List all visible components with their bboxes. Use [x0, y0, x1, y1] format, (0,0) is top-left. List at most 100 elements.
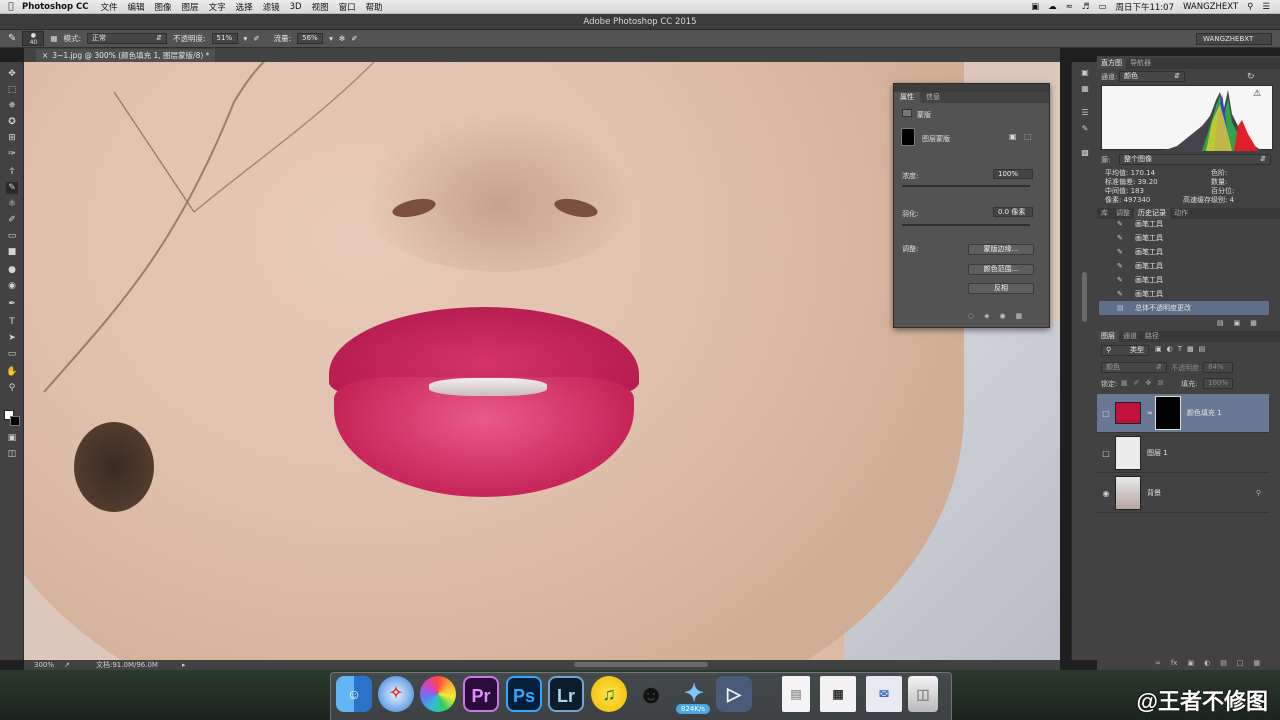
- color-range-button[interactable]: 颜色范围...: [968, 264, 1034, 275]
- camera-icon[interactable]: ▣: [1031, 2, 1039, 12]
- tab-layers[interactable]: 图层: [1097, 331, 1119, 342]
- music-icon[interactable]: ♫: [591, 676, 627, 712]
- crop-tool-icon[interactable]: ⊞: [6, 132, 18, 144]
- layer-filter-select[interactable]: ⚲ 类型: [1101, 345, 1149, 356]
- canvas-vertical-scrollbar[interactable]: [1082, 272, 1087, 322]
- history-item[interactable]: ✎ 画笔工具: [1099, 231, 1269, 245]
- pressure-size-icon[interactable]: ✐: [351, 34, 357, 43]
- brush-panel-icon[interactable]: ▦: [50, 34, 57, 43]
- new-layer-icon[interactable]: □: [1237, 659, 1244, 667]
- menu-item-type[interactable]: 文字: [209, 1, 226, 13]
- properties-panel-header[interactable]: [894, 84, 1049, 92]
- export-icon[interactable]: ↗: [64, 660, 70, 670]
- video-app-icon[interactable]: ▷: [716, 676, 752, 712]
- preview-icon[interactable]: ✉: [866, 676, 902, 712]
- feather-field[interactable]: 0.0 像素: [993, 207, 1033, 217]
- density-field[interactable]: 100%: [993, 169, 1033, 179]
- photos-icon[interactable]: [420, 676, 456, 712]
- status-menu-arrow-icon[interactable]: ▸: [182, 660, 186, 670]
- marquee-tool-icon[interactable]: ⬚: [6, 84, 18, 96]
- path-select-tool-icon[interactable]: ➤: [6, 332, 18, 344]
- canvas-area[interactable]: 属性 信息 蒙版 图层蒙版 ▣ ⬚ 浓度: 100% 羽化: 0.0 像素 调整…: [24, 62, 1060, 660]
- zoom-tool-icon[interactable]: ⚲: [6, 382, 18, 394]
- tab-navigator[interactable]: 导航器: [1126, 58, 1155, 69]
- history-item-selected[interactable]: ▤ 总体不透明度更改: [1099, 301, 1269, 315]
- mask-thumbnail[interactable]: [901, 128, 915, 146]
- eraser-tool-icon[interactable]: ▭: [6, 230, 18, 242]
- clone-source-panel-icon[interactable]: ▩: [1080, 148, 1090, 158]
- dodge-tool-icon[interactable]: ◉: [6, 280, 18, 292]
- pixel-mask-icon[interactable]: ▣: [1009, 132, 1017, 141]
- screen-mode-icon[interactable]: ◫: [6, 448, 18, 460]
- layer-mask-thumbnail[interactable]: [1154, 396, 1181, 430]
- healing-brush-tool-icon[interactable]: ☦: [6, 166, 18, 178]
- clock[interactable]: 周日下午11:07: [1115, 1, 1174, 13]
- background-color-swatch[interactable]: [10, 416, 20, 426]
- new-group-icon[interactable]: ▤: [1220, 659, 1227, 667]
- lock-icon[interactable]: ⚲: [1256, 489, 1261, 497]
- shape-tool-icon[interactable]: ▭: [6, 348, 18, 360]
- visibility-off-icon[interactable]: □: [1097, 449, 1115, 458]
- safari-icon[interactable]: ✧: [378, 676, 414, 712]
- adjustment-filter-icon[interactable]: ◐: [1167, 345, 1173, 353]
- menu-item-3d[interactable]: 3D: [290, 2, 302, 12]
- fill-thumbnail[interactable]: [1115, 402, 1141, 424]
- tab-paths[interactable]: 路径: [1141, 331, 1163, 342]
- workspace-switcher[interactable]: WANGZHEBXT: [1196, 33, 1272, 45]
- lock-transparent-icon[interactable]: ▦: [1121, 379, 1128, 387]
- tab-info[interactable]: 信息: [920, 92, 946, 103]
- menu-item-layer[interactable]: 图层: [182, 1, 199, 13]
- menu-item-filter[interactable]: 滤镜: [263, 1, 280, 13]
- quick-mask-icon[interactable]: ▣: [6, 432, 18, 444]
- tab-channels[interactable]: 通道: [1119, 331, 1141, 342]
- search-icon[interactable]: ⚲: [1247, 2, 1253, 12]
- mask-edge-button[interactable]: 蒙版边缘...: [968, 244, 1034, 255]
- layer-row-color-fill[interactable]: □ ∞ 颜色填充 1: [1097, 394, 1269, 433]
- user-name[interactable]: WANGZHEXT: [1183, 2, 1238, 12]
- mode-select[interactable]: 正常 ⇵: [87, 33, 168, 44]
- lasso-tool-icon[interactable]: ✵: [6, 100, 18, 112]
- menu-item-help[interactable]: 帮助: [366, 1, 383, 13]
- apple-icon[interactable]: : [0, 2, 22, 12]
- premiere-icon[interactable]: Pr: [463, 676, 499, 712]
- opacity-field[interactable]: 51%: [211, 33, 238, 44]
- close-icon[interactable]: ×: [42, 51, 48, 60]
- refresh-icon[interactable]: ↻: [1247, 72, 1255, 82]
- density-slider[interactable]: [902, 185, 1030, 187]
- pen-tool-icon[interactable]: ✒: [6, 298, 18, 310]
- zoom-level[interactable]: 300%: [34, 660, 54, 670]
- lock-position-icon[interactable]: ✥: [1146, 379, 1152, 387]
- visibility-off-icon[interactable]: □: [1097, 409, 1115, 418]
- cloud-icon[interactable]: ☁: [1048, 2, 1057, 12]
- horizontal-scrollbar[interactable]: [574, 662, 708, 667]
- hand-tool-icon[interactable]: ✋: [6, 366, 18, 378]
- pixel-filter-icon[interactable]: ▣: [1155, 345, 1162, 353]
- type-filter-icon[interactable]: T: [1178, 345, 1182, 353]
- color-panel-icon[interactable]: ▣: [1080, 68, 1090, 78]
- histogram-warning-icon[interactable]: ⚠: [1253, 89, 1261, 99]
- blend-mode-select[interactable]: 颜色 ⇵: [1101, 362, 1167, 373]
- menu-item-select[interactable]: 选择: [236, 1, 253, 13]
- history-item[interactable]: ✎ 画笔工具: [1099, 259, 1269, 273]
- pressure-opacity-icon[interactable]: ✐: [253, 34, 259, 43]
- apply-mask-icon[interactable]: ◈: [984, 312, 989, 320]
- history-item[interactable]: ✎ 画笔工具: [1099, 273, 1269, 287]
- source-select[interactable]: 整个图像 ⇵: [1119, 154, 1271, 165]
- lock-image-icon[interactable]: ✐: [1134, 379, 1140, 387]
- channel-select[interactable]: 颜色 ⇵: [1119, 71, 1185, 82]
- layer-opacity-field[interactable]: 84%: [1203, 362, 1233, 373]
- airbrush-icon[interactable]: ✻: [339, 34, 345, 43]
- gradient-tool-icon[interactable]: ■: [6, 246, 18, 258]
- visibility-icon[interactable]: ◉: [1000, 312, 1006, 320]
- background-thumbnail[interactable]: [1115, 476, 1141, 510]
- type-tool-icon[interactable]: T: [6, 316, 18, 328]
- layer-row-background[interactable]: ◉ 背景 ⚲: [1097, 474, 1269, 513]
- move-tool-icon[interactable]: ✥: [6, 68, 18, 80]
- quick-select-tool-icon[interactable]: ✪: [6, 116, 18, 128]
- layer-thumbnail[interactable]: [1115, 436, 1141, 470]
- fill-field[interactable]: 100%: [1203, 378, 1233, 389]
- menu-item-image[interactable]: 图像: [155, 1, 172, 13]
- calendar-icon[interactable]: ▦: [820, 676, 856, 712]
- menu-item-file[interactable]: 文件: [101, 1, 118, 13]
- menu-item-view[interactable]: 视图: [312, 1, 329, 13]
